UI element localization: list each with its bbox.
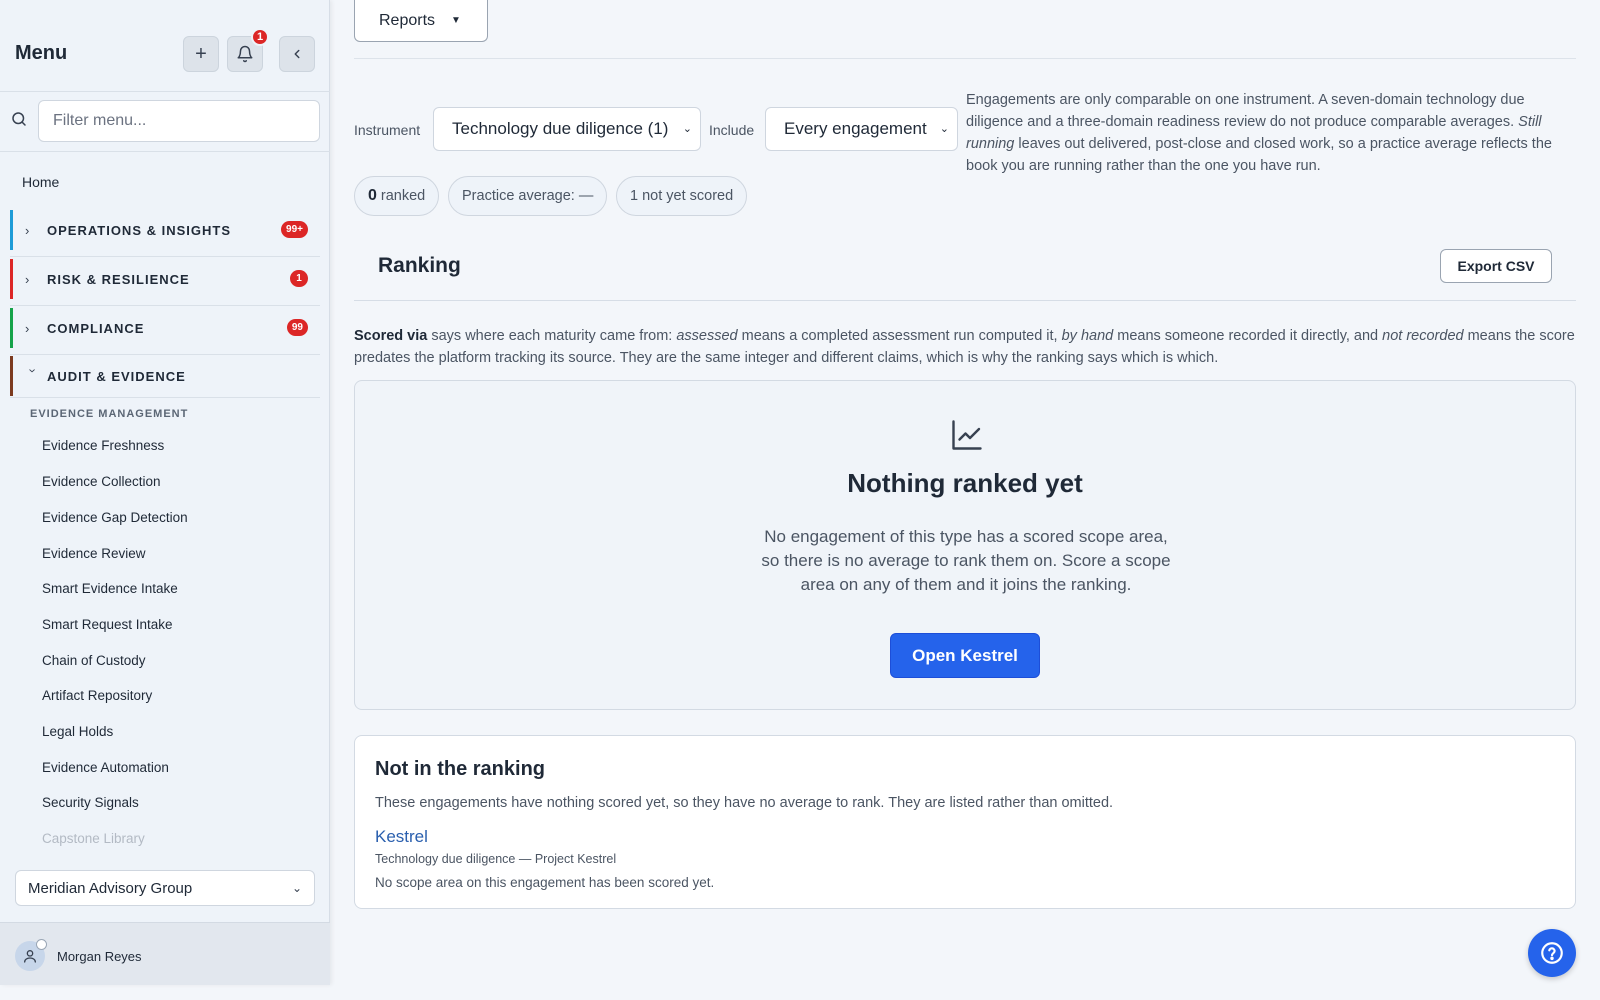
nav-item[interactable]: Smart Evidence Intake [42, 581, 178, 596]
nav-item[interactable]: Security Signals [42, 795, 139, 810]
practice-average-chip: Practice average: — [448, 176, 608, 216]
note-term: by hand [1061, 328, 1114, 344]
section-label: COMPLIANCE [47, 320, 145, 336]
divider [10, 256, 320, 257]
section-label: AUDIT & EVIDENCE [47, 368, 186, 384]
divider [354, 58, 1576, 59]
user-name: Morgan Reyes [57, 949, 142, 964]
chevron-down-icon: ⌄ [939, 123, 949, 135]
include-value: Every engagement [784, 119, 927, 138]
ranked-count-chip: 0 ranked [354, 176, 440, 216]
nav-item[interactable]: Evidence Freshness [42, 438, 164, 453]
include-select[interactable]: Every engagement ⌄ [765, 107, 958, 151]
notification-count-badge: 1 [251, 28, 269, 46]
filter-menu-input[interactable] [38, 100, 320, 142]
count-badge: 99 [286, 319, 308, 336]
note-term: Scored via [354, 328, 428, 344]
export-csv-button[interactable]: Export CSV [1440, 249, 1552, 283]
search-icon [12, 112, 26, 126]
explanation-text: leaves out delivered, post-close and clo… [966, 136, 1552, 174]
reports-label: Reports [379, 11, 436, 29]
instrument-value: Technology due diligence (1) [452, 119, 669, 138]
section-risk-resilience[interactable]: › RISK & RESILIENCE 1 [10, 259, 320, 299]
nav-home[interactable]: Home [22, 174, 59, 190]
menu-search [0, 92, 330, 152]
chevron-right-icon: › [25, 320, 30, 336]
notifications-button[interactable]: 1 [227, 28, 269, 72]
include-label: Include [709, 122, 755, 138]
chevron-right-icon: › [25, 271, 30, 287]
count-badge: 1 [290, 270, 308, 287]
organization-name: Meridian Advisory Group [28, 879, 193, 897]
nav-item[interactable]: Chain of Custody [42, 653, 146, 668]
section-label: RISK & RESILIENCE [47, 271, 190, 287]
plus-icon: + [195, 42, 207, 65]
empty-state-card: Nothing ranked yet No engagement of this… [354, 380, 1576, 710]
note-text: means someone recorded it directly, and [1113, 328, 1383, 344]
reports-dropdown-button[interactable]: Reports ▼ [354, 0, 488, 42]
section-compliance[interactable]: › COMPLIANCE 99 [10, 308, 320, 348]
note-term: not recorded [1382, 328, 1464, 344]
note-text: means a completed assessment run compute… [737, 328, 1062, 344]
section-label: OPERATIONS & INSIGHTS [47, 222, 231, 238]
ranked-label: ranked [380, 188, 426, 204]
note-text: says where each maturity came from: [427, 328, 677, 344]
divider [354, 300, 1576, 301]
instrument-select[interactable]: Technology due diligence (1) ⌄ [433, 107, 701, 151]
avatar[interactable] [15, 939, 47, 971]
engagement-note: No scope area on this engagement has bee… [375, 875, 715, 890]
note-term: assessed [676, 328, 738, 344]
not-in-ranking-title: Not in the ranking [375, 758, 545, 780]
engagement-link-kestrel[interactable]: Kestrel [375, 827, 428, 847]
caret-down-icon: ▼ [451, 15, 461, 26]
sidebar: Menu + 1 Home › OPERATIONS & INSIGHTS 99… [0, 0, 330, 985]
divider [10, 305, 320, 306]
organization-select[interactable]: Meridian Advisory Group ⌄ [15, 870, 315, 906]
nav-item[interactable]: Evidence Collection [42, 474, 161, 489]
nav-item[interactable]: Artifact Repository [42, 688, 152, 703]
scored-via-note: Scored via says where each maturity came… [354, 325, 1576, 369]
divider [10, 354, 320, 355]
nav-item[interactable]: Smart Request Intake [42, 617, 173, 632]
user-footer[interactable]: Morgan Reyes [0, 922, 330, 985]
empty-state-title: Nothing ranked yet [847, 468, 1083, 498]
chevron-right-icon: › [25, 222, 30, 238]
section-operations-insights[interactable]: › OPERATIONS & INSIGHTS 99+ [10, 210, 320, 250]
settings-dot-icon [36, 939, 47, 950]
sidebar-header: Menu + 1 [0, 0, 330, 92]
not-yet-scored-chip: 1 not yet scored [616, 176, 748, 216]
chevron-left-icon [294, 49, 300, 59]
count-badge: 99+ [281, 221, 308, 238]
help-button[interactable] [1528, 929, 1576, 977]
subheading-evidence-management: EVIDENCE MANAGEMENT [30, 408, 189, 420]
not-in-ranking-card: Not in the ranking These engagements hav… [354, 735, 1576, 909]
open-kestrel-button[interactable]: Open Kestrel [890, 633, 1040, 678]
ranking-title: Ranking [378, 254, 461, 277]
chevron-down-icon: › [25, 368, 41, 373]
ranked-count: 0 [368, 187, 377, 204]
explanation-text: Engagements are only comparable on one i… [966, 92, 1525, 130]
add-button[interactable]: + [183, 36, 219, 72]
bell-icon [237, 45, 253, 63]
instrument-explanation: Engagements are only comparable on one i… [966, 89, 1576, 177]
chevron-down-icon: ⌄ [682, 123, 692, 135]
nav-item[interactable]: Evidence Automation [42, 760, 169, 775]
nav-item[interactable]: Evidence Gap Detection [42, 510, 188, 525]
nav-item[interactable]: Capstone Library [42, 831, 145, 846]
divider [10, 397, 320, 398]
empty-state-text: No engagement of this type has a scored … [761, 527, 1171, 594]
not-in-ranking-description: These engagements have nothing scored ye… [375, 795, 1114, 811]
engagement-subtitle: Technology due diligence — Project Kestr… [375, 852, 617, 866]
instrument-label: Instrument [354, 122, 421, 138]
nav-item[interactable]: Evidence Review [42, 546, 146, 561]
user-icon [24, 950, 36, 963]
line-chart-icon [952, 420, 982, 450]
nav-item[interactable]: Legal Holds [42, 724, 113, 739]
help-icon [1541, 942, 1563, 964]
collapse-sidebar-button[interactable] [279, 36, 315, 72]
section-audit-evidence[interactable]: › AUDIT & EVIDENCE [10, 356, 320, 396]
sidebar-title: Menu [15, 42, 68, 64]
chevron-down-icon: ⌄ [291, 881, 302, 895]
